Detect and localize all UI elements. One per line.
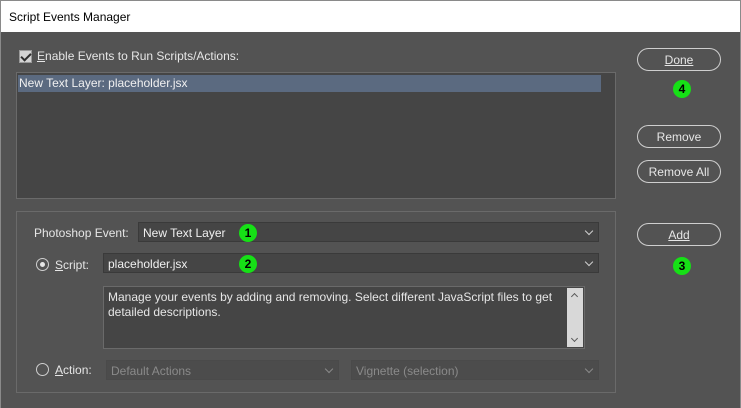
enable-events-mnemonic: E [37, 49, 46, 63]
script-mnemonic: S [55, 258, 64, 272]
script-select[interactable]: placeholder.jsx [103, 253, 599, 273]
enable-events-label[interactable]: Enable Events to Run Scripts/Actions: [37, 49, 239, 63]
chevron-down-icon [584, 364, 594, 374]
remove-label: Remove [656, 130, 702, 144]
window-title: Script Events Manager [1, 1, 740, 32]
chevron-down-icon [324, 364, 334, 374]
marker-4: 4 [673, 80, 691, 98]
scroll-down-icon[interactable] [570, 334, 579, 343]
action-set-select[interactable]: Default Actions [106, 360, 339, 380]
add-label: Add [668, 228, 690, 242]
remove-button[interactable]: Remove [637, 125, 721, 148]
photoshop-event-value: New Text Layer [143, 226, 226, 240]
marker-2: 2 [239, 255, 257, 273]
script-radio[interactable] [36, 258, 49, 271]
description-scrollbar[interactable] [567, 288, 583, 347]
marker-3: 3 [673, 257, 691, 275]
scroll-up-icon[interactable] [570, 292, 579, 301]
script-description: Manage your events by adding and removin… [103, 286, 585, 349]
remove-all-label: Remove All [648, 165, 710, 179]
done-label: Done [664, 53, 694, 67]
chevron-down-icon [584, 257, 594, 267]
done-button[interactable]: Done [637, 48, 721, 71]
event-form-panel: Photoshop Event: New Text Layer Script: … [16, 211, 616, 393]
chevron-down-icon [584, 226, 594, 236]
dialog-content: Enable Events to Run Scripts/Actions: Ne… [1, 32, 740, 408]
photoshop-event-label: Photoshop Event: [34, 226, 129, 240]
events-list[interactable]: New Text Layer: placeholder.jsx [16, 72, 616, 199]
add-button[interactable]: Add [637, 223, 721, 246]
action-label[interactable]: Action: [55, 363, 92, 377]
remove-all-button[interactable]: Remove All [637, 160, 721, 183]
script-events-manager-window: Script Events Manager Enable Events to R… [0, 0, 741, 408]
action-set-value: Default Actions [111, 364, 192, 378]
action-name-value: Vignette (selection) [356, 364, 459, 378]
marker-1: 1 [239, 224, 257, 242]
enable-events-checkbox[interactable] [19, 50, 32, 63]
action-radio[interactable] [36, 363, 49, 376]
script-description-text: Manage your events by adding and removin… [108, 290, 553, 319]
action-mnemonic: A [55, 363, 64, 377]
events-list-item[interactable]: New Text Layer: placeholder.jsx [18, 75, 601, 92]
script-value: placeholder.jsx [108, 257, 188, 271]
enable-events-label-rest: nable Events to Run Scripts/Actions: [45, 49, 240, 63]
action-label-rest: ction: [63, 363, 92, 377]
action-name-select[interactable]: Vignette (selection) [351, 360, 599, 380]
script-label-rest: cript: [63, 258, 90, 272]
photoshop-event-select[interactable]: New Text Layer [138, 222, 599, 242]
script-label[interactable]: Script: [55, 258, 89, 272]
